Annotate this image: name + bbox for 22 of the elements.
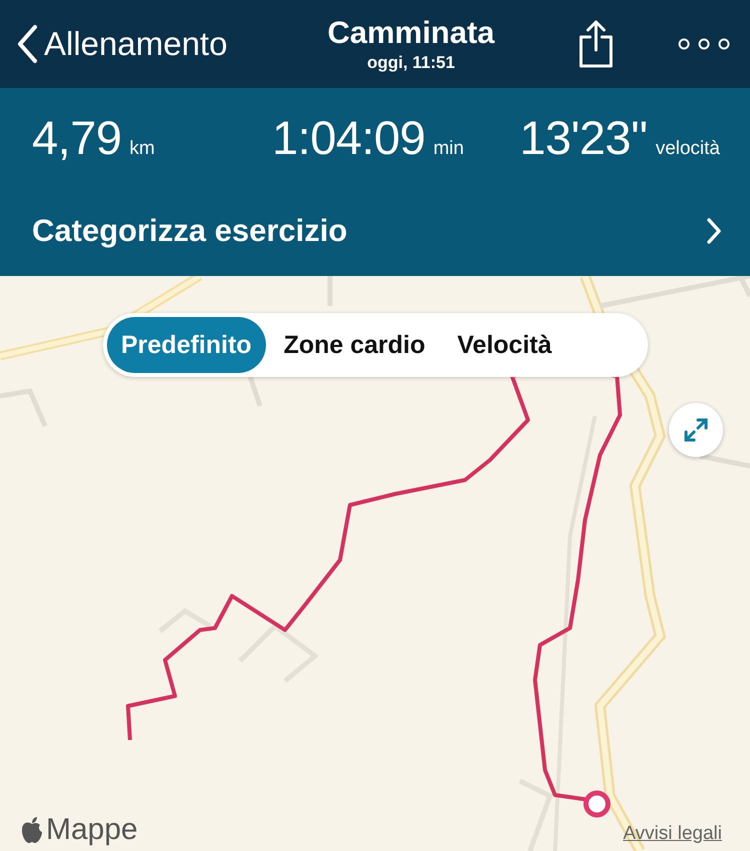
apple-icon	[20, 816, 44, 844]
more-icon[interactable]	[678, 37, 730, 51]
stat-unit: min	[433, 138, 464, 160]
end-marker-icon	[584, 790, 610, 818]
screen-title: Camminata	[327, 15, 495, 51]
expand-icon	[683, 417, 709, 443]
stat-value: 1:04:09	[272, 110, 426, 165]
stat-value: 4,79	[32, 110, 122, 165]
legal-link[interactable]: Avvisi legali	[623, 823, 722, 845]
stat-unit: velocità	[656, 138, 720, 160]
stat-value: 13'23''	[520, 110, 648, 165]
map-attribution: Mappe	[46, 813, 138, 847]
segment-tab[interactable]: Predefinito	[107, 317, 266, 373]
back-label: Allenamento	[44, 25, 228, 63]
back-button[interactable]: Allenamento	[16, 24, 266, 64]
categorize-row[interactable]: Categorizza esercizio	[0, 186, 750, 276]
chevron-right-icon	[706, 217, 722, 245]
segment-tab[interactable]: Zone cardio	[270, 317, 440, 373]
segment-tab[interactable]: Velocità	[443, 317, 566, 373]
back-chevron-icon	[16, 24, 38, 64]
screen-subtitle: oggi, 11:51	[367, 53, 455, 73]
stat-unit: km	[129, 138, 155, 160]
